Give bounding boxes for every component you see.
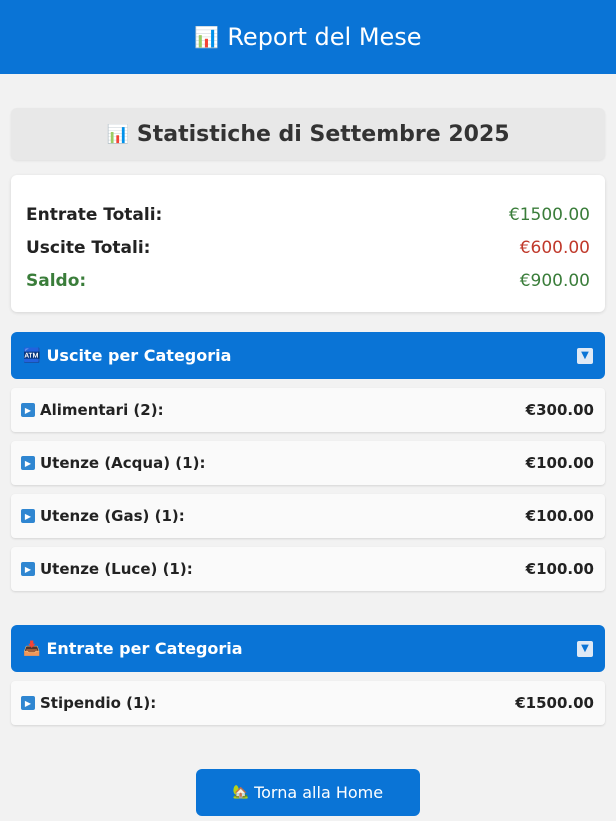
play-icon: ▶ [21, 509, 35, 523]
category-label: Utenze (Luce) (1): [40, 560, 193, 578]
bar-chart-icon: 📊 [194, 25, 220, 49]
home-button-label: Torna alla Home [254, 783, 384, 802]
category-amount: €100.00 [525, 560, 594, 578]
incomes-section-title: Entrate per Categoria [46, 639, 243, 658]
play-icon: ▶ [21, 403, 35, 417]
category-amount: €100.00 [525, 454, 594, 472]
expense-total-row: Uscite Totali: €600.00 [26, 231, 590, 264]
stats-title-box: 📊 Statistiche di Settembre 2025 [11, 108, 605, 160]
incomes-section-toggle[interactable]: 📥 Entrate per Categoria ▼ [11, 625, 605, 672]
income-total-row: Entrate Totali: €1500.00 [26, 198, 590, 231]
summary-card: Entrate Totali: €1500.00 Uscite Totali: … [11, 175, 605, 312]
income-total-label: Entrate Totali: [26, 204, 163, 225]
page-title: Report del Mese [227, 23, 422, 51]
house-icon: 🏡 [232, 785, 250, 800]
play-icon: ▶ [21, 696, 35, 710]
expense-total-label: Uscite Totali: [26, 237, 151, 258]
category-amount: €1500.00 [515, 694, 594, 712]
expense-total-value: €600.00 [519, 237, 590, 258]
home-button[interactable]: 🏡 Torna alla Home [196, 769, 420, 816]
balance-label: Saldo: [26, 270, 87, 291]
stats-title: Statistiche di Settembre 2025 [136, 121, 510, 147]
category-label: Utenze (Acqua) (1): [40, 454, 206, 472]
category-label: Stipendio (1): [40, 694, 157, 712]
inbox-tray-icon: 📥 [23, 640, 41, 657]
category-label: Utenze (Gas) (1): [40, 507, 185, 525]
main-content: 📊 Statistiche di Settembre 2025 Entrate … [0, 74, 616, 816]
expense-category-item[interactable]: ▶ Utenze (Gas) (1): €100.00 [11, 494, 605, 538]
category-amount: €100.00 [525, 507, 594, 525]
category-label: Alimentari (2): [40, 401, 164, 419]
category-amount: €300.00 [525, 401, 594, 419]
expense-category-item[interactable]: ▶ Alimentari (2): €300.00 [11, 388, 605, 432]
atm-icon: 🏧 [23, 347, 41, 364]
home-button-wrap: 🏡 Torna alla Home [11, 769, 605, 816]
chevron-down-icon[interactable]: ▼ [577, 347, 593, 364]
play-icon: ▶ [21, 456, 35, 470]
balance-value: €900.00 [519, 270, 590, 291]
expense-category-item[interactable]: ▶ Utenze (Acqua) (1): €100.00 [11, 441, 605, 485]
bar-chart-icon: 📊 [106, 123, 129, 145]
chevron-down-icon[interactable]: ▼ [577, 640, 593, 657]
expense-category-item[interactable]: ▶ Utenze (Luce) (1): €100.00 [11, 547, 605, 591]
app-header: 📊 Report del Mese [0, 0, 616, 74]
balance-row: Saldo: €900.00 [26, 264, 590, 297]
income-category-item[interactable]: ▶ Stipendio (1): €1500.00 [11, 681, 605, 725]
income-total-value: €1500.00 [508, 204, 590, 225]
expenses-section-title: Uscite per Categoria [46, 346, 232, 365]
play-icon: ▶ [21, 562, 35, 576]
expenses-section-toggle[interactable]: 🏧 Uscite per Categoria ▼ [11, 332, 605, 379]
